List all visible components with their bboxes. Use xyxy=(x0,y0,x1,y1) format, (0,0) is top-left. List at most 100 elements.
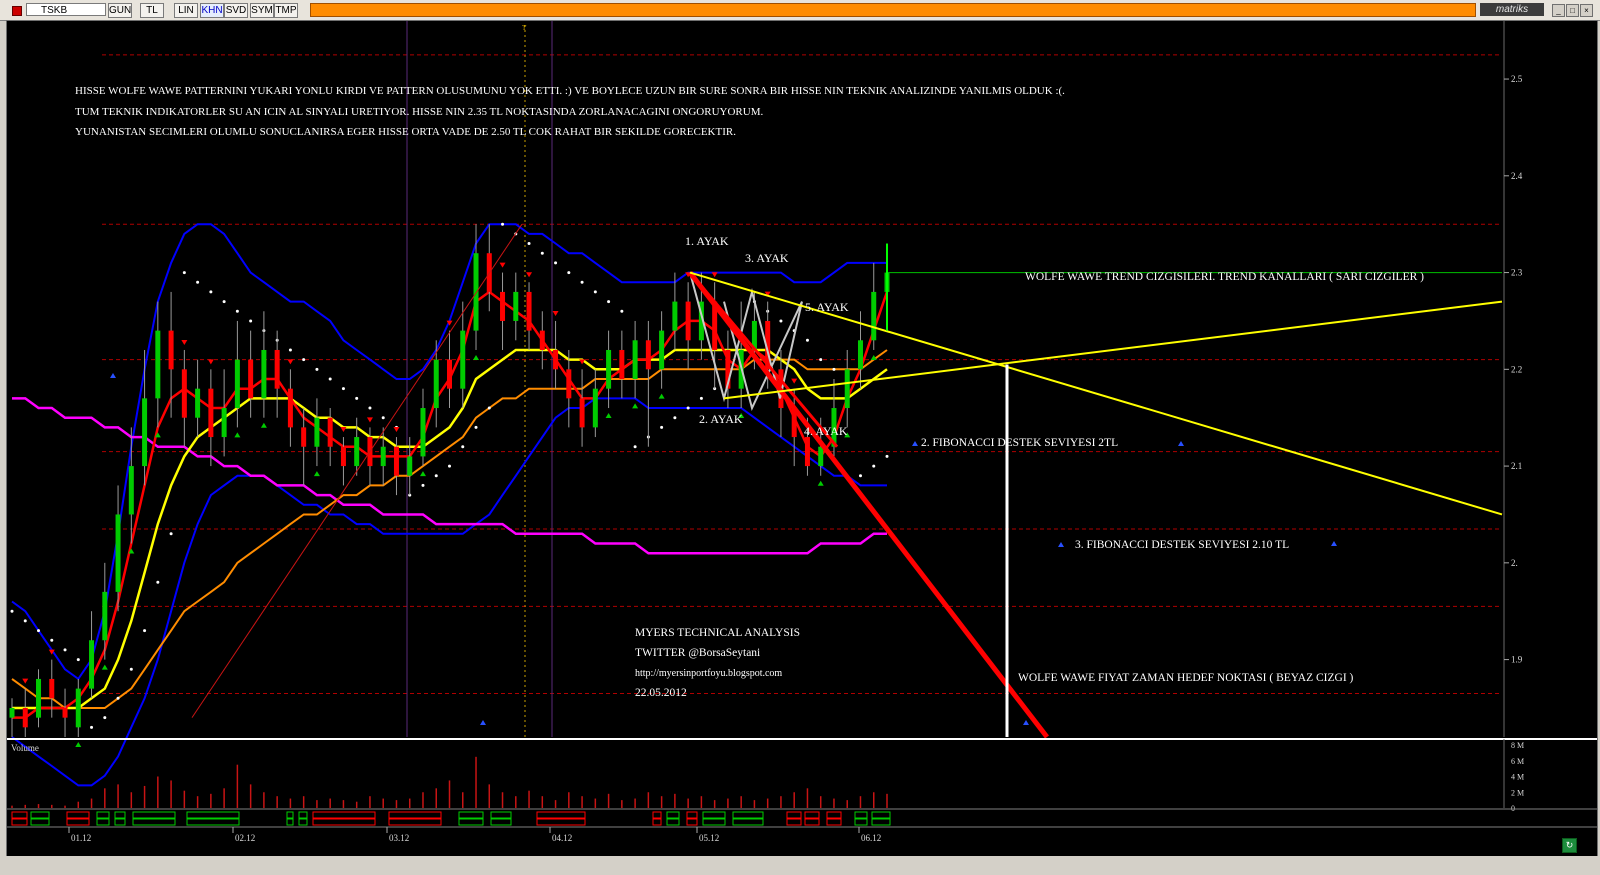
signal-strip-box xyxy=(11,811,28,819)
support-marker xyxy=(1178,441,1184,446)
sar-dot xyxy=(580,280,584,284)
candle-body xyxy=(354,437,360,467)
status-bar xyxy=(0,856,1600,875)
sar-dot xyxy=(328,377,332,381)
candle-body xyxy=(221,408,227,438)
sell-signal-arrow xyxy=(711,272,718,278)
symbol-input[interactable]: TSKB xyxy=(26,3,106,16)
chart-type-candle-button[interactable]: KHN xyxy=(200,3,224,18)
sar-dot xyxy=(288,348,292,352)
sar-dot xyxy=(885,454,889,458)
refresh-icon[interactable]: ↻ xyxy=(1562,838,1577,853)
signal-strip-box xyxy=(652,811,662,819)
sar-dot xyxy=(620,309,624,313)
signal-strip-box xyxy=(286,811,294,819)
volume-tick-label: 6 M xyxy=(1511,757,1524,766)
buy-signal-arrow xyxy=(313,471,320,477)
maximize-icon[interactable]: □ xyxy=(1566,4,1579,17)
candle-body xyxy=(75,688,81,728)
sar-dot xyxy=(129,667,133,671)
sar-dot xyxy=(143,629,147,633)
signal-strip-box xyxy=(30,818,50,826)
sar-dot xyxy=(37,629,41,633)
title-bar[interactable] xyxy=(310,3,1476,17)
volume-label: Volume xyxy=(11,743,39,753)
sar-dot xyxy=(50,638,54,642)
symbol-button[interactable]: SYM xyxy=(250,3,274,18)
symbol-flag-icon xyxy=(12,6,22,16)
candle-body xyxy=(327,417,333,447)
analysis-note-2: TUM TEKNIK INDIKATORLER SU AN ICIN AL SI… xyxy=(75,106,763,118)
candle-body xyxy=(36,678,42,718)
candle-body xyxy=(340,446,346,467)
brand-logo: matriks xyxy=(1480,3,1544,16)
sar-dot xyxy=(302,358,306,362)
credit-line-3: http://myersinportfoyu.blogspot.com xyxy=(635,668,782,679)
signal-strip-box xyxy=(66,811,90,819)
price-chart[interactable]: T 2.5 2.4 2.3 2.2 2.1 2. 1.9 Volume 8 M 6 M 4 M 2 … xyxy=(7,21,1597,856)
signal-strip-box xyxy=(298,811,308,819)
signal-strip-box xyxy=(854,818,868,826)
signal-strip-box xyxy=(96,818,110,826)
signal-strip-box xyxy=(686,811,698,819)
volume-tick-label: 2 M xyxy=(1511,788,1524,797)
sell-signal-arrow xyxy=(499,262,506,268)
signal-strip-box xyxy=(312,811,376,819)
signal-strip-box xyxy=(11,818,28,826)
period-day-button[interactable]: GUN xyxy=(108,3,132,18)
sar-dot xyxy=(554,261,558,265)
sell-signal-arrow xyxy=(287,359,294,365)
svd-button[interactable]: SVD xyxy=(224,3,248,18)
signal-strip-box xyxy=(804,811,820,819)
candle-body xyxy=(314,417,320,447)
buy-signal-arrow xyxy=(473,354,480,360)
currency-tl-button[interactable]: TL xyxy=(140,3,164,18)
trend-line-lower xyxy=(723,300,1503,400)
sar-dot xyxy=(434,474,438,478)
sar-dot xyxy=(368,406,372,410)
support-marker xyxy=(1058,542,1064,547)
sar-dot xyxy=(90,725,94,729)
sell-signal-arrow xyxy=(393,427,400,433)
signal-strip-box xyxy=(186,818,240,826)
candle-body xyxy=(513,291,519,321)
candle-body xyxy=(818,446,824,467)
support-marker xyxy=(912,441,918,446)
template-button[interactable]: TMP xyxy=(274,3,298,18)
sar-dot xyxy=(593,290,597,294)
cursor-marker: T xyxy=(522,24,527,32)
signal-strip-box xyxy=(490,811,512,819)
sar-dot xyxy=(832,367,836,371)
candle-body xyxy=(447,359,452,389)
signal-strip-box xyxy=(96,811,110,819)
analysis-note-3: YUNANISTAN SECIMLERI OLUMLU SONUCLANIRSA… xyxy=(75,126,736,138)
support-marker xyxy=(110,373,116,378)
close-icon[interactable]: × xyxy=(1580,4,1593,17)
scale-linear-button[interactable]: LIN xyxy=(174,3,198,18)
sar-dot xyxy=(779,319,783,323)
signal-strip-box xyxy=(114,811,126,819)
buy-signal-arrow xyxy=(234,432,241,438)
candle-body xyxy=(195,388,201,418)
sar-dot xyxy=(222,300,226,304)
sar-dot xyxy=(527,242,531,246)
sell-signal-arrow xyxy=(207,359,214,365)
candle-body xyxy=(301,427,307,447)
candle-body xyxy=(579,398,585,428)
candle-body xyxy=(857,340,863,370)
minimize-icon[interactable]: _ xyxy=(1552,4,1565,17)
candle-body xyxy=(234,359,240,409)
candle-body xyxy=(619,349,625,379)
buy-signal-arrow xyxy=(75,742,82,747)
signal-strip-box xyxy=(732,811,764,819)
sar-dot xyxy=(76,658,80,662)
sar-dot xyxy=(103,716,107,720)
sar-dot xyxy=(699,396,703,400)
fib2-annotation: 2. FIBONACCI DESTEK SEVIYESI 2TL xyxy=(921,437,1118,449)
sar-dot xyxy=(607,300,611,304)
sar-dot xyxy=(858,474,862,478)
candle-body xyxy=(500,291,506,321)
buy-signal-arrow xyxy=(419,471,426,477)
signal-strip-box xyxy=(458,818,484,826)
candle-body xyxy=(804,437,810,467)
